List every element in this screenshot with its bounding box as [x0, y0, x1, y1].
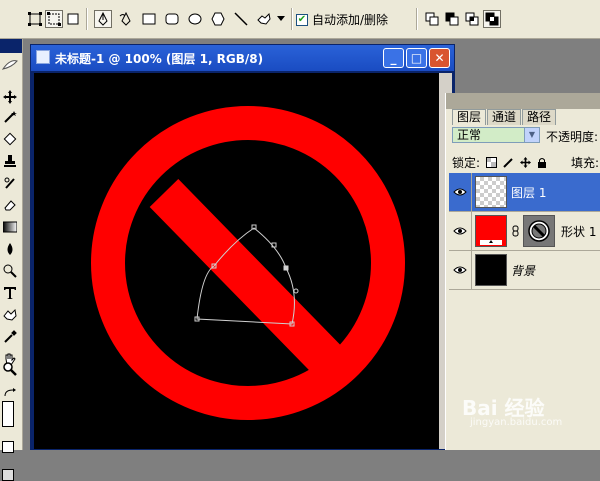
minimize-button[interactable]: _	[383, 48, 404, 68]
eye-icon[interactable]	[451, 261, 469, 279]
history-brush-icon[interactable]	[2, 175, 18, 191]
close-icon: ✕	[434, 51, 445, 65]
toolbar-separator	[416, 8, 418, 30]
ellipse-icon[interactable]	[186, 10, 204, 28]
dropdown-arrow-icon[interactable]	[275, 10, 287, 28]
opacity-label: 不透明度:	[546, 130, 599, 144]
feather-logo-icon	[2, 57, 18, 73]
baidu-watermark: Bai 经验 jingyan.baidu.com	[462, 392, 572, 432]
custom-shape-icon[interactable]	[255, 10, 273, 28]
line-icon[interactable]	[232, 10, 250, 28]
rectangle-icon[interactable]	[140, 10, 158, 28]
watermark-url: jingyan.baidu.com	[470, 417, 563, 428]
prohibition-bar	[149, 179, 347, 379]
close-button[interactable]: ✕	[429, 48, 450, 68]
lock-label: 锁定:	[452, 156, 481, 170]
swap-colors-icon[interactable]	[2, 385, 18, 401]
intersect-area-icon[interactable]	[463, 10, 481, 28]
lock-position-icon[interactable]	[520, 157, 532, 168]
palette-tabs: 图层 通道 路径	[452, 109, 557, 125]
vector-mask-thumbnail	[523, 215, 555, 247]
layer-name: 形状 1	[561, 225, 597, 239]
lock-row: 锁定:	[452, 154, 547, 171]
layer-row-shape1[interactable]: 形状 1	[449, 212, 600, 251]
minimize-icon: _	[390, 51, 397, 65]
layer-name: 图层 1	[511, 186, 547, 200]
blur-tool-icon[interactable]	[2, 241, 18, 257]
quick-mask-icon[interactable]	[2, 469, 14, 481]
lock-image-icon[interactable]	[503, 157, 514, 168]
paths-icon[interactable]	[45, 10, 63, 28]
lock-transparent-icon[interactable]	[486, 157, 498, 168]
rounded-rectangle-icon[interactable]	[163, 10, 181, 28]
layer-thumbnail	[475, 254, 507, 286]
column-divider	[471, 212, 472, 250]
layer-row-background[interactable]: 背景	[449, 251, 600, 290]
zoom-tool-icon[interactable]	[2, 361, 18, 377]
canvas-artwork	[91, 106, 405, 420]
layer-thumbnail	[475, 176, 507, 208]
auto-add-delete-label: 自动添加/删除	[312, 13, 389, 27]
auto-add-delete-option[interactable]: ✔ 自动添加/删除	[296, 11, 388, 28]
eraser-icon[interactable]	[2, 197, 18, 213]
add-to-area-icon[interactable]	[423, 10, 441, 28]
toolbox-title-bar	[0, 39, 22, 53]
layer-thumbnail	[475, 215, 507, 247]
toolbar-separator	[291, 8, 293, 30]
toolbox	[0, 39, 23, 481]
fill-label: 填充:	[571, 156, 600, 170]
column-divider	[471, 251, 472, 289]
auto-add-delete-checkbox[interactable]: ✔	[296, 13, 308, 26]
prohibition-mask-icon	[524, 216, 554, 246]
layer-row-layer1[interactable]: 图层 1	[449, 173, 600, 212]
maximize-icon: □	[410, 51, 423, 65]
document-title: 未标题-1 @ 100% (图层 1, RGB/8)	[55, 52, 264, 66]
lock-all-icon[interactable]	[537, 157, 547, 168]
options-bar: ✔ 自动添加/删除	[0, 0, 600, 39]
document-title-bar[interactable]: 未标题-1 @ 100% (图层 1, RGB/8) _ □ ✕	[31, 45, 454, 71]
background-color-swatch[interactable]	[2, 401, 14, 427]
shape-layer-icon[interactable]	[26, 10, 44, 28]
eye-icon[interactable]	[451, 222, 469, 240]
pen-icon[interactable]	[94, 10, 112, 28]
freeform-pen-icon[interactable]	[117, 10, 135, 28]
document-window: 未标题-1 @ 100% (图层 1, RGB/8) _ □ ✕	[30, 44, 455, 450]
standard-mode-icon[interactable]	[2, 441, 14, 453]
healing-brush-icon[interactable]	[2, 131, 18, 147]
palette-title-bar[interactable]	[446, 93, 600, 109]
maximize-button[interactable]: □	[406, 48, 427, 68]
blend-mode-select[interactable]: 正常 ▼	[452, 127, 540, 143]
tab-layers[interactable]: 图层	[452, 109, 487, 125]
shape-tool-icon[interactable]	[2, 307, 18, 323]
eyedropper-icon[interactable]	[2, 329, 18, 345]
eye-icon[interactable]	[451, 183, 469, 201]
fill-pixels-icon[interactable]	[64, 10, 82, 28]
gradient-tool-icon[interactable]	[2, 219, 18, 235]
column-divider	[471, 173, 472, 211]
blend-mode-value: 正常	[457, 128, 482, 142]
photoshop-document-icon	[36, 50, 50, 64]
exclude-overlap-icon[interactable]	[483, 10, 501, 28]
checkmark-icon: ✔	[297, 13, 307, 25]
tab-channels[interactable]: 通道	[487, 109, 522, 125]
canvas[interactable]	[34, 73, 439, 449]
layers-list: 图层 1 形状 1 背景	[449, 173, 600, 290]
type-tool-icon[interactable]	[2, 285, 18, 301]
tab-paths[interactable]: 路径	[522, 109, 557, 125]
dropdown-arrow-icon: ▼	[524, 128, 539, 142]
toolbar-separator	[86, 8, 88, 30]
polygon-icon[interactable]	[209, 10, 227, 28]
layer-name: 背景	[511, 264, 536, 278]
subtract-area-icon[interactable]	[443, 10, 461, 28]
dodge-tool-icon[interactable]	[2, 263, 18, 279]
move-tool-icon[interactable]	[2, 89, 18, 105]
clone-stamp-icon[interactable]	[2, 153, 18, 169]
magic-wand-icon[interactable]	[2, 109, 18, 125]
link-icon[interactable]	[512, 225, 520, 237]
